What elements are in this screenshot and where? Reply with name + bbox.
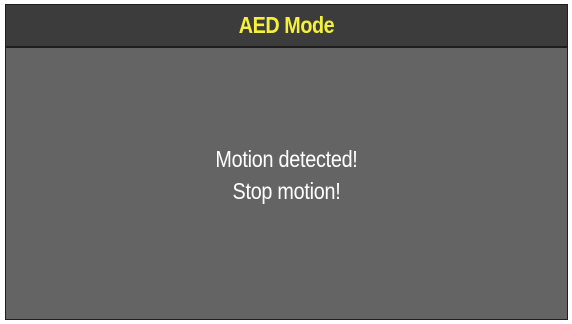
aed-screen: AED Mode Motion detected! Stop motion!: [5, 4, 568, 320]
message-area: Motion detected! Stop motion!: [6, 48, 567, 319]
title-bar: AED Mode: [6, 5, 567, 48]
stop-motion-instruction: Stop motion!: [232, 178, 341, 204]
mode-title: AED Mode: [238, 12, 335, 38]
motion-warning-text: Motion detected!: [215, 146, 358, 172]
